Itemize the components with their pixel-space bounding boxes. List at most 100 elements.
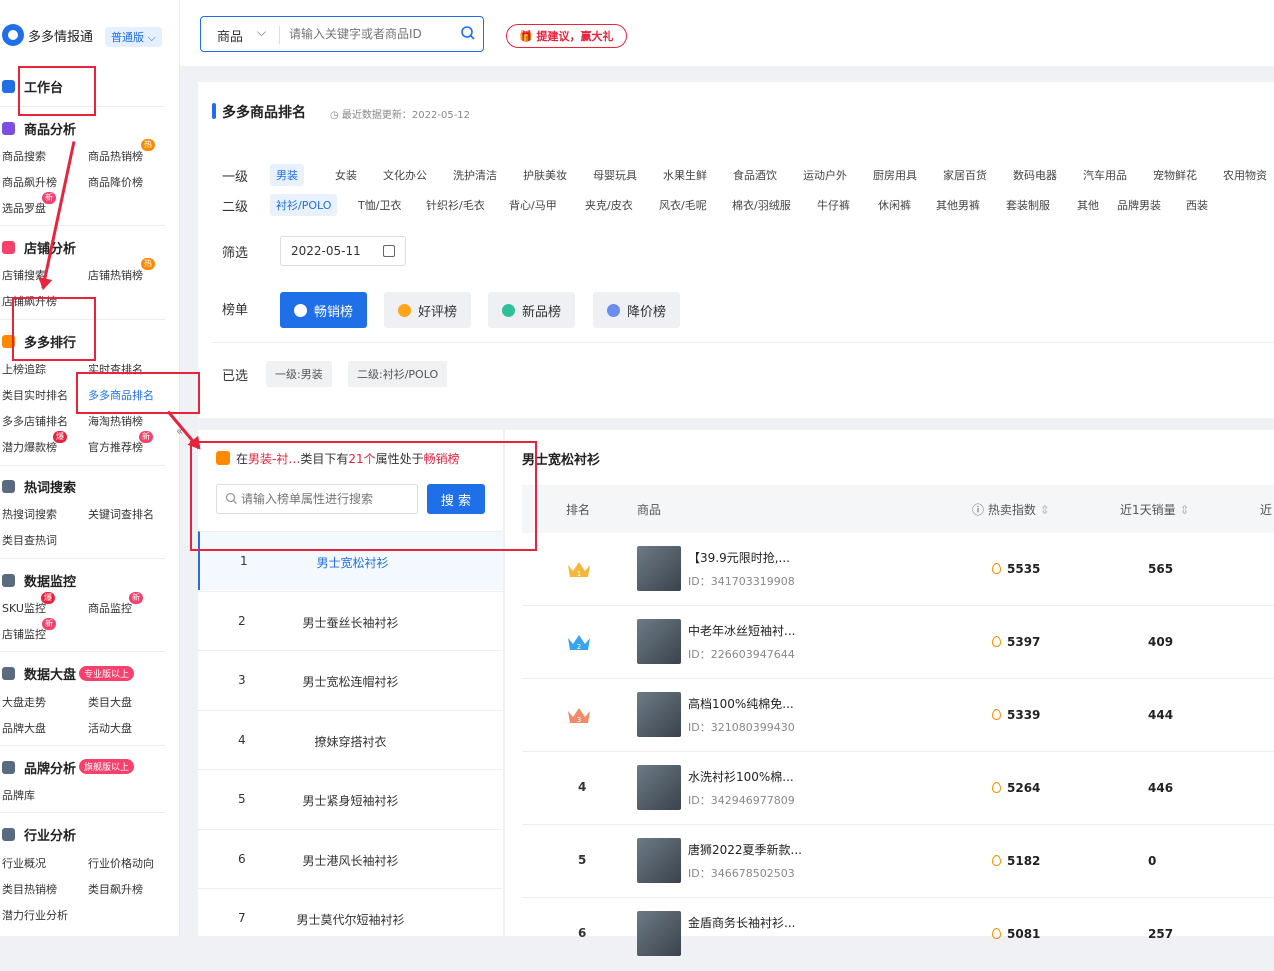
table-row[interactable]: 1 【39.9元限时抢,... ID：341703319908 5535 565 bbox=[522, 533, 1274, 606]
level1-chip[interactable]: 洗护清洁 bbox=[447, 164, 503, 186]
logo[interactable]: 多多情报通 bbox=[2, 24, 93, 46]
product-thumbnail[interactable] bbox=[637, 692, 681, 737]
table-row[interactable]: 2 中老年冰丝短袖衬... ID：226603947644 5397 409 bbox=[522, 606, 1274, 679]
level1-chip[interactable]: 文化办公 bbox=[377, 164, 433, 186]
sidebar-item-activity-dashboard[interactable]: 活动大盘 bbox=[88, 720, 132, 736]
sidebar-item-sku-monitor[interactable]: SKU监控 bbox=[2, 600, 46, 616]
list-item[interactable]: 6 男士港风长袖衬衫 bbox=[198, 828, 503, 888]
sidebar-item-potential-industry[interactable]: 潜力行业分析 bbox=[2, 907, 68, 923]
table-row[interactable]: 6 金盾商务长袖衬衫... 5081 257 bbox=[522, 898, 1274, 971]
board-good-review-button[interactable]: 好评榜 bbox=[384, 292, 472, 328]
board-new-product-button[interactable]: 新品榜 bbox=[488, 292, 576, 328]
sidebar-item-product-search[interactable]: 商品搜索 bbox=[2, 148, 46, 164]
level2-chip[interactable]: 针织衫/毛衣 bbox=[420, 194, 491, 216]
sidebar-item-category-rank[interactable]: 类目实时排名 bbox=[2, 387, 68, 403]
level2-chip[interactable]: 品牌男装 bbox=[1111, 194, 1167, 216]
col-sales-1d[interactable]: 近1天销量 ⇕ bbox=[1120, 501, 1190, 518]
product-name[interactable]: 水洗衬衫100%棉... bbox=[688, 768, 794, 785]
section-hot-words[interactable]: 热词搜索 bbox=[2, 477, 76, 496]
level2-chip[interactable]: 风衣/毛呢 bbox=[653, 194, 713, 216]
level1-chip[interactable]: 数码电器 bbox=[1007, 164, 1063, 186]
sidebar-item-shop-hot[interactable]: 店铺热销榜 bbox=[88, 267, 143, 283]
list-item[interactable]: 7 男士莫代尔短袖衬衫 bbox=[198, 888, 503, 947]
sidebar-item-category-rising[interactable]: 类目飙升榜 bbox=[88, 881, 143, 897]
search-category-select[interactable]: 商品 bbox=[217, 26, 243, 45]
sidebar-item-category-dashboard[interactable]: 类目大盘 bbox=[88, 694, 132, 710]
list-item[interactable]: 5 男士紧身短袖衬衫 bbox=[198, 769, 503, 828]
sidebar-item-brand-dashboard[interactable]: 品牌大盘 bbox=[2, 720, 46, 736]
sidebar-item-product-rising[interactable]: 商品飙升榜 bbox=[2, 174, 57, 190]
product-thumbnail[interactable] bbox=[637, 546, 681, 591]
level1-chip[interactable]: 母婴玩具 bbox=[587, 164, 643, 186]
level2-chip[interactable]: 夹克/皮衣 bbox=[579, 194, 639, 216]
search-input[interactable] bbox=[289, 23, 449, 45]
level1-chip[interactable]: 汽车用品 bbox=[1077, 164, 1133, 186]
sidebar-item-product-monitor[interactable]: 商品监控 bbox=[88, 600, 132, 616]
level2-chip[interactable]: 西装 bbox=[1180, 194, 1214, 216]
sidebar-item-product-price-drop[interactable]: 商品降价榜 bbox=[88, 174, 143, 190]
board-bestseller-button[interactable]: 畅销榜 bbox=[280, 292, 368, 328]
level2-chip[interactable]: 其他 bbox=[1071, 194, 1105, 216]
selected-tag-level2[interactable]: 二级:衬衫/POLO bbox=[348, 361, 448, 387]
chevron-down-icon[interactable]: ⌵ bbox=[257, 25, 266, 40]
level2-chip[interactable]: 衬衫/POLO bbox=[270, 194, 338, 216]
level2-chip[interactable]: 棉衣/羽绒服 bbox=[726, 194, 797, 216]
section-shop-analysis[interactable]: 店铺分析 bbox=[2, 238, 76, 257]
level1-chip[interactable]: 女装 bbox=[329, 164, 363, 186]
sidebar-item-rank-tracking[interactable]: 上榜追踪 bbox=[2, 361, 46, 377]
level2-chip[interactable]: T恤/卫衣 bbox=[352, 194, 407, 216]
product-thumbnail[interactable] bbox=[637, 838, 681, 883]
section-monitoring[interactable]: 数据监控 bbox=[2, 571, 76, 590]
table-row[interactable]: 5 唐狮2022夏季新款... ID：346678502503 5182 0 bbox=[522, 825, 1274, 898]
product-thumbnail[interactable] bbox=[637, 619, 681, 664]
list-item[interactable]: 3 男士宽松连帽衬衫 bbox=[198, 650, 503, 709]
level1-chip[interactable]: 水果生鲜 bbox=[657, 164, 713, 186]
search-icon[interactable] bbox=[459, 24, 477, 42]
suggest-button[interactable]: 🎁 提建议，赢大礼 bbox=[506, 24, 627, 48]
sidebar-item-product-hot[interactable]: 商品热销榜 bbox=[88, 148, 143, 164]
level1-chip[interactable]: 家居百货 bbox=[937, 164, 993, 186]
sidebar-item-market-trend[interactable]: 大盘走势 bbox=[2, 694, 46, 710]
product-name[interactable]: 高档100%纯棉免... bbox=[688, 695, 794, 712]
level2-chip[interactable]: 牛仔裤 bbox=[811, 194, 856, 216]
edition-dropdown[interactable]: 普通版 ⌵ bbox=[105, 27, 162, 47]
product-name[interactable]: 金盾商务长袖衬衫... bbox=[688, 914, 795, 931]
level1-chip[interactable]: 运动户外 bbox=[797, 164, 853, 186]
sidebar-item-industry-price[interactable]: 行业价格动向 bbox=[88, 855, 154, 871]
sidebar-item-category-hotword[interactable]: 类目查热词 bbox=[2, 532, 57, 548]
section-data-dashboard[interactable]: 数据大盘 bbox=[2, 664, 76, 683]
sidebar-item-keyword-rank[interactable]: 关键词查排名 bbox=[88, 506, 154, 522]
board-price-drop-button[interactable]: 降价榜 bbox=[593, 292, 681, 328]
table-row[interactable]: 4 水洗衬衫100%棉... ID：342946977809 5264 446 bbox=[522, 752, 1274, 825]
selected-tag-level1[interactable]: 一级:男装 bbox=[266, 361, 332, 387]
sidebar-item-shop-monitor[interactable]: 店铺监控 bbox=[2, 626, 46, 642]
sidebar-item-industry-overview[interactable]: 行业概况 bbox=[2, 855, 46, 871]
col-hot-index[interactable]: ⓘ 热卖指数 ⇕ bbox=[972, 501, 1050, 518]
sidebar-item-category-hot[interactable]: 类目热销榜 bbox=[2, 881, 57, 897]
level1-chip[interactable]: 农用物资 bbox=[1217, 164, 1273, 186]
date-picker[interactable]: 2022-05-11 bbox=[280, 236, 406, 266]
sidebar-item-potential-hit[interactable]: 潜力爆款榜 bbox=[2, 439, 57, 455]
sidebar-item-duoduo-shop-rank[interactable]: 多多店铺排名 bbox=[2, 413, 68, 429]
product-thumbnail[interactable] bbox=[637, 911, 681, 956]
level1-chip[interactable]: 男装 bbox=[270, 164, 304, 186]
section-brand-analysis[interactable]: 品牌分析 bbox=[2, 758, 76, 777]
list-item[interactable]: 2 男士蚕丝长袖衬衫 bbox=[198, 590, 503, 650]
level1-chip[interactable]: 宠物鲜花 bbox=[1147, 164, 1203, 186]
level2-chip[interactable]: 休闲裤 bbox=[872, 194, 917, 216]
level2-chip[interactable]: 背心/马甲 bbox=[503, 194, 563, 216]
sidebar-item-official-recommend[interactable]: 官方推荐榜 bbox=[88, 439, 143, 455]
level2-chip[interactable]: 其他男裤 bbox=[930, 194, 986, 216]
level1-chip[interactable]: 护肤美妆 bbox=[517, 164, 573, 186]
sidebar-item-overseas-hot[interactable]: 海淘热销榜 bbox=[88, 413, 143, 429]
table-row[interactable]: 3 高档100%纯棉免... ID：321080399430 5339 444 bbox=[522, 679, 1274, 752]
sidebar-item-hotword-search[interactable]: 热搜词搜索 bbox=[2, 506, 57, 522]
product-name[interactable]: 【39.9元限时抢,... bbox=[688, 549, 790, 566]
section-industry-analysis[interactable]: 行业分析 bbox=[2, 825, 76, 844]
product-thumbnail[interactable] bbox=[637, 765, 681, 810]
sidebar-item-selection-compass[interactable]: 选品罗盘 bbox=[2, 200, 46, 216]
level2-chip[interactable]: 套装制服 bbox=[1000, 194, 1056, 216]
section-product-analysis[interactable]: 商品分析 bbox=[2, 119, 76, 138]
level1-chip[interactable]: 食品酒饮 bbox=[727, 164, 783, 186]
product-name[interactable]: 中老年冰丝短袖衬... bbox=[688, 622, 795, 639]
